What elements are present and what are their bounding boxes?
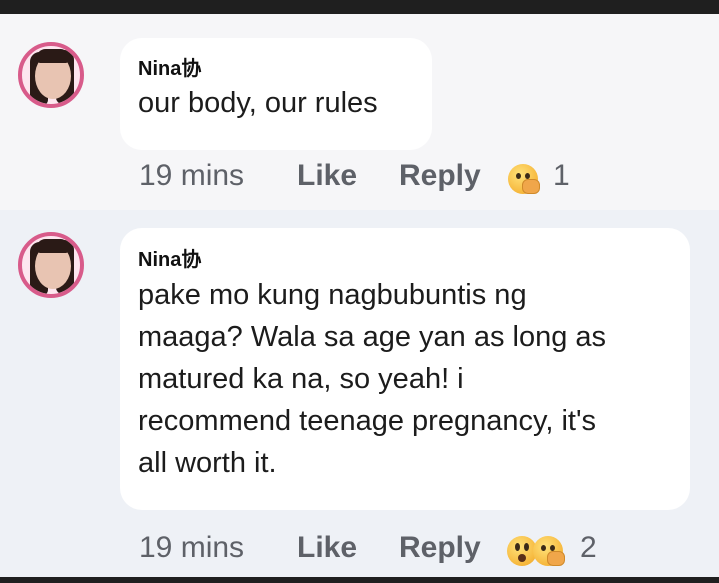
comment-text: pake mo kung nagbubuntis ng maaga? Wala … bbox=[138, 279, 607, 479]
reaction-count[interactable]: 2 bbox=[580, 531, 597, 565]
bottom-frame-bar bbox=[0, 577, 719, 583]
like-button[interactable]: Like bbox=[297, 531, 357, 565]
top-frame-bar bbox=[0, 0, 719, 14]
avatar[interactable] bbox=[18, 42, 84, 108]
like-button[interactable]: Like bbox=[297, 159, 357, 193]
care-emoji-icon[interactable] bbox=[533, 536, 565, 566]
comment-author[interactable]: Nina协 bbox=[138, 243, 201, 272]
comment-row-1: Nina协 our body, our rules 19 mins Like R… bbox=[0, 14, 719, 210]
reply-button[interactable]: Reply bbox=[399, 531, 481, 565]
comment-text: our body, our rules bbox=[138, 87, 378, 119]
comment-timestamp[interactable]: 19 mins bbox=[139, 531, 244, 565]
reply-button[interactable]: Reply bbox=[399, 159, 481, 193]
comment-author[interactable]: Nina协 bbox=[138, 52, 201, 81]
avatar[interactable] bbox=[18, 232, 84, 298]
reaction-count[interactable]: 1 bbox=[553, 159, 570, 193]
care-emoji-icon[interactable] bbox=[508, 164, 540, 194]
comment-timestamp[interactable]: 19 mins bbox=[139, 159, 244, 193]
comment-row-2: Nina协 pake mo kung nagbubuntis ng maaga?… bbox=[0, 210, 719, 577]
